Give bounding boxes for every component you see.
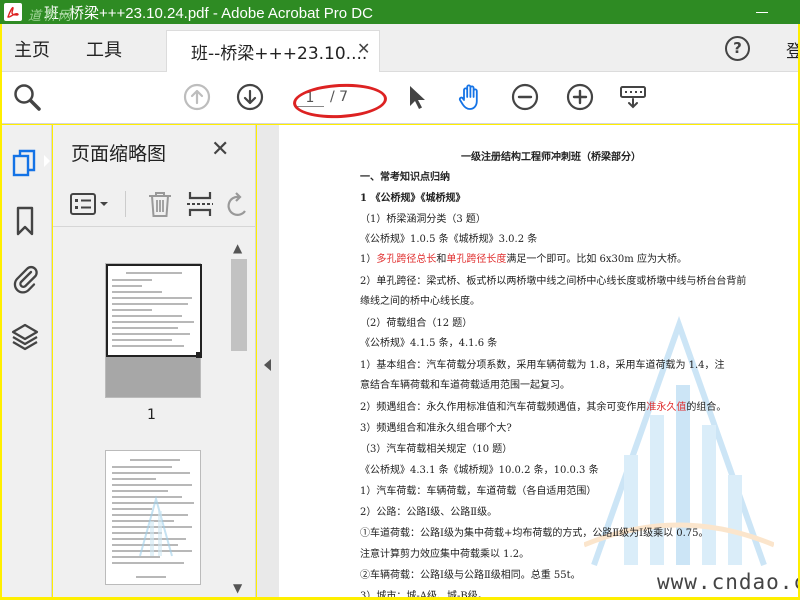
- page-thumbnails-panel: 页面缩略图 ✕ ▲ ▼ 1: [53, 125, 256, 600]
- document-line: 1）基本组合：汽车荷载分项系数，采用车辆荷载为 1.8，采用车道荷载为 1.4，…: [360, 360, 725, 371]
- line-fragment: 1）: [360, 254, 377, 265]
- prev-page-icon[interactable]: [182, 82, 212, 112]
- line-fragment: 2）频遇组合：永久作用标准值和汽车荷载频遇值，其余可变作用: [360, 402, 647, 413]
- delete-page-icon[interactable]: [145, 189, 175, 219]
- title-bar: 班--桥梁+++23.10.24.pdf - Adobe Acrobat Pro…: [0, 0, 800, 24]
- left-navigation-rail: [0, 125, 52, 600]
- window-title: 班--桥梁+++23.10.24.pdf - Adobe Acrobat Pro…: [44, 5, 373, 22]
- document-line: 缘线之间的桥中心线长度。: [360, 296, 480, 307]
- document-line: ①车道荷载：公路Ⅰ级为集中荷载+均布荷载的方式，公路Ⅱ级为Ⅰ级乘以 0.75。: [360, 528, 709, 539]
- extract-page-icon[interactable]: [185, 189, 215, 219]
- select-cursor-icon[interactable]: [402, 82, 432, 112]
- document-tab-label: 班--桥梁+++23.10....: [191, 44, 368, 64]
- page-thumbnail-1[interactable]: [105, 263, 202, 398]
- document-line: 2）公路：公路Ⅰ级、公路Ⅱ级。: [360, 507, 498, 518]
- thumbnail-scrollbar[interactable]: ▲ ▼: [229, 237, 249, 600]
- next-page-icon[interactable]: [235, 82, 265, 112]
- toolbar: / 7: [0, 72, 800, 124]
- attachment-icon[interactable]: [10, 262, 40, 294]
- highlighted-term: 准永久值: [646, 402, 687, 413]
- document-line: 《公桥规》4.1.5 条，4.1.6 条: [360, 338, 498, 349]
- annotation-red-ellipse: [292, 81, 388, 121]
- document-line: （1）桥梁涵洞分类（3 题）: [360, 214, 486, 225]
- thumb-text-line: [130, 459, 180, 461]
- document-line: 2）单孔跨径：梁式桥、板式桥以两桥墩中线之间桥中心线长度或桥墩中线与桥台台背前: [360, 276, 747, 287]
- document-line: 一、常考知识点归纳: [360, 172, 450, 183]
- tools-tab[interactable]: 工具: [86, 36, 122, 62]
- document-tab[interactable]: 班--桥梁+++23.10.... ✕: [166, 30, 380, 72]
- rotate-page-icon[interactable]: [225, 189, 255, 219]
- document-line: ②车辆荷载：公路Ⅰ级与公路Ⅱ级相同。总重 55t。: [360, 570, 581, 581]
- document-line: 2）频遇组合：永久作用标准值和汽车荷载频遇值，其余可变作用准永久值的组合。: [360, 401, 726, 415]
- collapse-panel-icon[interactable]: [264, 359, 271, 371]
- acrobat-app-icon: [4, 3, 22, 21]
- document-line: 《公桥规》4.3.1 条《城桥规》10.0.2 条，10.0.3 条: [360, 465, 599, 476]
- document-line: 1）多孔跨径总长和单孔跨径长度满足一个即可。比如 6x30m 应为大桥。: [360, 253, 687, 267]
- document-line: （3）汽车荷载相关规定（10 题）: [360, 444, 513, 455]
- document-line: 3）频遇组合和准永久组合哪个大?: [360, 423, 512, 434]
- thumb-text-line: [112, 472, 190, 474]
- highlighted-term: 单孔跨径长度: [446, 254, 507, 265]
- thumb-watermark-logo: [139, 495, 173, 557]
- document-line: （2）荷载组合（12 题）: [360, 318, 473, 329]
- thumb-text-line: [112, 562, 184, 564]
- help-icon[interactable]: ?: [725, 36, 750, 61]
- scroll-down-icon[interactable]: ▼: [233, 581, 242, 595]
- thumbnail-page-number: 1: [147, 407, 156, 423]
- zoom-in-icon[interactable]: [565, 82, 595, 112]
- document-line: 《公桥规》1.0.5 条《城桥规》3.0.2 条: [360, 234, 538, 245]
- bookmark-icon[interactable]: [10, 205, 40, 237]
- document-line: 意结合车辆荷载和车道荷载适用范围一起复习。: [360, 380, 570, 391]
- document-title: 一级注册结构工程师冲刺班（桥梁部分）: [461, 152, 641, 163]
- thumb-offscreen-shade: [106, 357, 200, 397]
- panel-splitter[interactable]: [257, 125, 279, 600]
- document-view[interactable]: 一级注册结构工程师冲刺班（桥梁部分） 一、常考知识点归纳 1 《公桥规》《城桥规》…: [279, 125, 798, 600]
- toolbar-separator: [125, 191, 126, 217]
- thumb-text-line: [136, 576, 166, 578]
- scroll-up-icon[interactable]: ▲: [233, 241, 242, 255]
- thumb-view-rectangle[interactable]: [106, 264, 202, 357]
- thumb-text-line: [112, 478, 156, 480]
- more-tools-icon[interactable]: [618, 82, 648, 112]
- highlighted-term: 多孔跨径总长: [376, 254, 437, 265]
- zoom-search-icon[interactable]: [12, 82, 42, 112]
- home-tab[interactable]: 主页: [14, 36, 50, 62]
- site-url-watermark: www.cndao.com: [657, 570, 798, 594]
- document-line: 1 《公桥规》《城桥规》: [360, 193, 466, 204]
- close-panel-icon[interactable]: ✕: [211, 137, 229, 162]
- thumb-text-line: [112, 484, 192, 486]
- thumbnail-toolbar: [53, 183, 256, 227]
- document-line: 注意计算剪力效应集中荷载乘以 1.2。: [360, 549, 530, 560]
- panel-title: 页面缩略图: [71, 143, 167, 165]
- close-tab-icon[interactable]: ✕: [357, 39, 370, 58]
- document-line: 1）汽车荷载：车辆荷载，车道荷载（各自适用范围）: [360, 486, 597, 497]
- menu-bar: 主页 工具 班--桥梁+++23.10.... ✕ ? 登录: [0, 24, 800, 72]
- minimize-button[interactable]: [752, 2, 772, 22]
- page-thumbnail-2[interactable]: [105, 450, 201, 585]
- thumb-resize-handle[interactable]: [196, 352, 202, 358]
- layers-icon[interactable]: [10, 321, 40, 353]
- site-watermark: 道桥网: [28, 9, 74, 24]
- thumb-text-line: [112, 466, 172, 468]
- scrollbar-thumb[interactable]: [231, 259, 247, 351]
- line-fragment: 满足一个即可。比如 6x30m 应为大桥。: [506, 254, 687, 265]
- zoom-out-icon[interactable]: [510, 82, 540, 112]
- page-thumbnails-icon[interactable]: [10, 147, 40, 179]
- frame-border: [0, 24, 2, 600]
- line-fragment: 的组合。: [686, 402, 727, 413]
- hand-icon[interactable]: [455, 82, 485, 112]
- line-fragment: 和: [436, 254, 447, 265]
- options-menu-icon[interactable]: [69, 189, 108, 219]
- active-panel-indicator: [44, 155, 50, 167]
